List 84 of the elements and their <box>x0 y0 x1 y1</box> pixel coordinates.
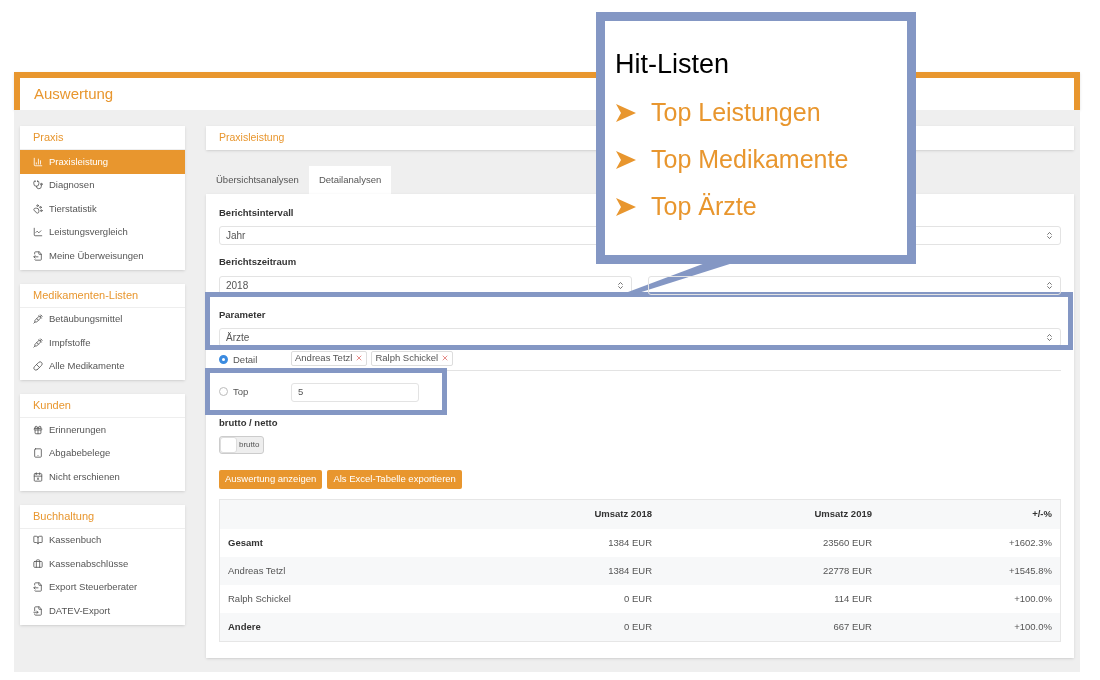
field-label: brutto / netto <box>219 415 278 430</box>
sidebar-item[interactable]: Tierstatistik <box>20 197 185 221</box>
number-input[interactable]: 5 <box>291 382 419 402</box>
sidebar-item[interactable]: Betäubungsmittel <box>20 307 185 331</box>
export-icon <box>33 605 43 616</box>
tab[interactable]: Detailanalysen <box>308 166 392 194</box>
sidebar-item[interactable]: Abgabebelege <box>20 441 185 465</box>
arrowhead-icon <box>615 195 637 218</box>
table-cell-text: Andere <box>228 619 261 634</box>
sidebar-item[interactable]: DATEV-Export <box>20 599 185 623</box>
dropdown-arrows-icon <box>1045 332 1054 342</box>
field-label: Berichtsintervall <box>219 206 294 220</box>
section-title: Praxisleistung <box>219 130 285 146</box>
sidebar-item[interactable]: Export Steuerberater <box>20 575 185 599</box>
column-header: Umsatz 2018 <box>594 507 652 522</box>
callout-title: Hit-Listen <box>615 51 731 78</box>
tablet-icon <box>33 448 43 459</box>
tag-chip[interactable]: Ralph Schickel <box>371 350 454 366</box>
sidebar-item[interactable]: Nicht erschienen <box>20 465 185 489</box>
callout-item: Top Leistungen <box>651 100 821 125</box>
briefcase-icon <box>33 558 43 569</box>
callout-item: Top Ärzte <box>651 194 757 219</box>
table-cell-text: 22778 EUR <box>822 563 872 578</box>
sidebar-item[interactable]: Erinnerungen <box>20 418 185 442</box>
sidebar-heading: Praxis <box>33 130 64 146</box>
column-header: Umsatz 2019 <box>814 507 872 522</box>
dropdown-arrows-icon <box>1045 280 1054 290</box>
line-chart-icon <box>33 227 43 238</box>
remove-icon[interactable] <box>355 354 364 363</box>
table-cell-text: 1384 EUR <box>608 535 652 550</box>
field-label: Berichtszeitraum <box>219 255 297 270</box>
book-icon <box>33 535 43 546</box>
table-cell-text: 1384 EUR <box>608 563 652 578</box>
sidebar-item[interactable]: Kassenabschlüsse <box>20 552 185 576</box>
table-cell-text: Ralph Schickel <box>228 591 291 606</box>
column-header: +/-% <box>1032 507 1052 522</box>
table-cell-text: 23560 EUR <box>822 535 872 550</box>
page-heading: Auswertung <box>34 83 114 104</box>
sidebar-item[interactable]: Kassenbuch <box>20 528 185 552</box>
gift-icon <box>33 424 43 435</box>
radio-label: Top <box>233 384 249 399</box>
paw-icon <box>33 203 43 214</box>
table-cell-text: 0 EUR <box>624 619 652 634</box>
table-cell-text: +1602.3% <box>1008 535 1052 550</box>
signal-bars-icon <box>33 156 43 167</box>
table-cell-text: +1545.8% <box>1008 563 1052 578</box>
arrowhead-icon <box>615 148 637 171</box>
remove-icon[interactable] <box>441 354 450 363</box>
table-cell-text: Andreas Tetzl <box>228 563 286 578</box>
toggle-switch[interactable]: brutto <box>219 436 264 454</box>
sidebar-item[interactable]: Alle Medikamente <box>20 354 185 378</box>
toggle-knob <box>220 437 237 453</box>
tag-chip[interactable]: Andreas Tetzl <box>291 350 368 366</box>
sidebar-heading: Kunden <box>33 398 71 414</box>
pills-icon <box>33 361 43 372</box>
syringe-icon <box>33 337 43 348</box>
radio-button[interactable] <box>219 387 228 397</box>
stethoscope-icon <box>33 180 43 191</box>
radio-label: Detail <box>233 352 258 367</box>
sidebar-item[interactable]: Leistungsvergleich <box>20 220 185 244</box>
callout-item: Top Medikamente <box>651 147 849 172</box>
sidebar-item[interactable]: Meine Überweisungen <box>20 244 185 268</box>
tag-field[interactable]: Andreas Tetzl Ralph Schickel <box>291 350 1061 371</box>
file-export-icon <box>33 582 43 593</box>
table-cell-text: +100.0% <box>1014 619 1052 634</box>
table-cell-text: 114 EUR <box>834 591 872 606</box>
field-label: Parameter <box>219 307 266 322</box>
sidebar-item[interactable]: Impfstoffe <box>20 331 185 355</box>
period-end-select[interactable] <box>648 275 1061 295</box>
calendar-icon <box>33 471 43 482</box>
dropdown-arrows-icon <box>616 280 625 290</box>
sidebar-heading: Buchhaltung <box>33 508 95 524</box>
sidebar-item[interactable]: Diagnosen <box>20 173 185 197</box>
table-cell-text: Gesamt <box>228 535 263 550</box>
table-cell-text: 0 EUR <box>624 591 652 606</box>
syringe-icon <box>33 314 43 325</box>
arrowhead-icon <box>615 101 637 124</box>
sidebar-heading: Medikamenten-Listen <box>33 287 139 303</box>
table-cell-text: +100.0% <box>1014 591 1052 606</box>
radio-button[interactable] <box>219 355 228 365</box>
file-export-icon <box>33 250 43 261</box>
tab[interactable]: Übersichtsanalysen <box>206 166 309 194</box>
dropdown-arrows-icon <box>1045 231 1054 241</box>
table-cell-text: 667 EUR <box>833 619 872 634</box>
